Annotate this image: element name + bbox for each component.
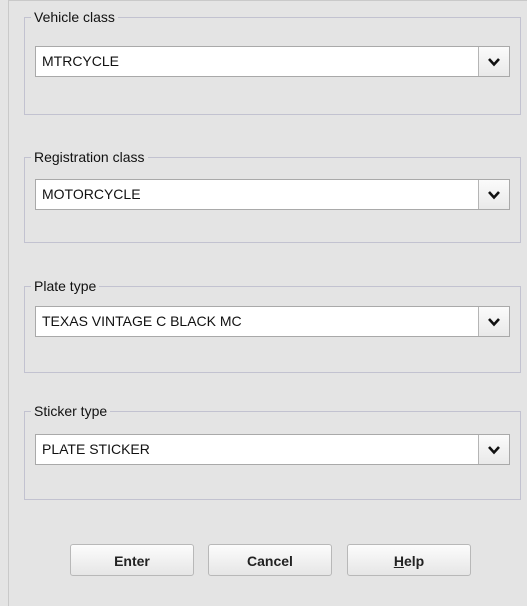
sticker-type-value: PLATE STICKER — [42, 441, 150, 457]
sticker-type-dropdown-button[interactable] — [478, 435, 509, 464]
chevron-down-icon — [488, 57, 500, 66]
vehicle-class-legend: Vehicle class — [34, 9, 115, 25]
plate-type-value: TEXAS VINTAGE C BLACK MC — [42, 313, 242, 329]
plate-type-legend: Plate type — [34, 278, 97, 294]
chevron-down-icon — [488, 317, 500, 326]
cancel-button[interactable]: Cancel — [208, 544, 332, 576]
vehicle-class-value: MTRCYCLE — [42, 53, 120, 69]
sticker-type-select[interactable]: PLATE STICKER — [35, 434, 510, 465]
chevron-down-icon — [488, 190, 500, 199]
chevron-down-icon — [488, 445, 500, 454]
enter-button[interactable]: Enter — [70, 544, 194, 576]
sticker-type-legend: Sticker type — [34, 403, 108, 419]
registration-class-select[interactable]: MOTORCYCLE — [35, 179, 510, 210]
registration-class-dropdown-button[interactable] — [478, 180, 509, 209]
form-panel: Vehicle class MTRCYCLE Registration clas… — [8, 0, 527, 606]
help-button[interactable]: Help — [347, 544, 471, 576]
registration-class-legend: Registration class — [34, 149, 145, 165]
registration-class-value: MOTORCYCLE — [42, 186, 141, 202]
help-label-rest: elp — [403, 553, 425, 569]
vehicle-class-dropdown-button[interactable] — [478, 47, 509, 76]
vehicle-class-select[interactable]: MTRCYCLE — [35, 46, 510, 77]
help-mnemonic: H — [393, 553, 404, 569]
plate-type-select[interactable]: TEXAS VINTAGE C BLACK MC — [35, 306, 510, 337]
plate-type-dropdown-button[interactable] — [478, 307, 509, 336]
